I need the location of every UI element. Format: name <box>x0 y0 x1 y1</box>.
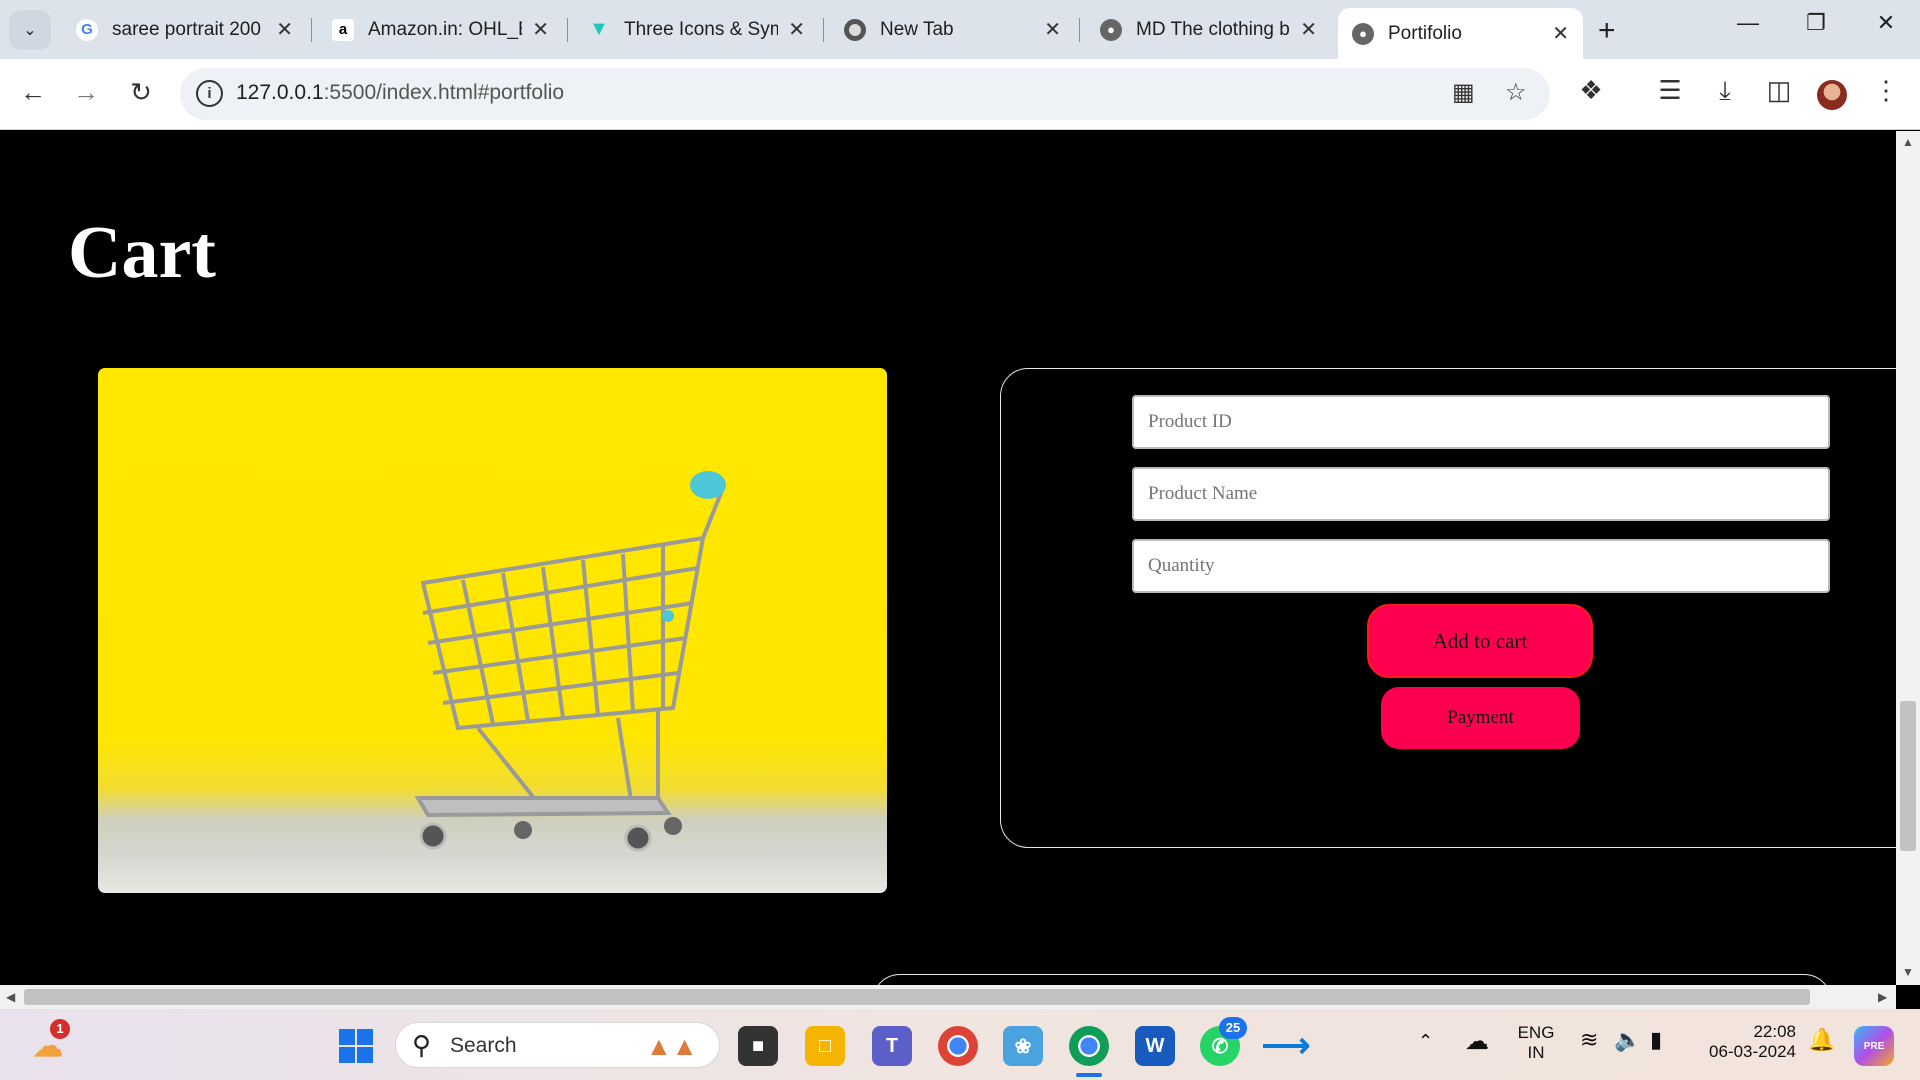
shopping-cart-image <box>98 368 887 893</box>
file-explorer-icon[interactable]: □ <box>805 1026 845 1066</box>
back-button[interactable]: ← <box>15 77 51 108</box>
weather-badge: 1 <box>50 1019 70 1039</box>
tab-title: saree portrait 200 <box>112 18 261 40</box>
product-name-input[interactable] <box>1132 467 1830 521</box>
site-info-icon[interactable]: i <box>196 80 223 107</box>
word-icon[interactable]: W <box>1135 1026 1175 1066</box>
search-icon: ⚲ <box>412 1030 432 1060</box>
download-icon[interactable]: ⤓ <box>1707 75 1743 107</box>
tab-title: Three Icons & Sym <box>624 18 779 40</box>
vertical-scroll-thumb[interactable] <box>1900 701 1916 851</box>
teams-icon[interactable]: T <box>872 1026 912 1066</box>
scroll-left-icon[interactable]: ◀ <box>6 990 15 1004</box>
clock-date: 06-03-2024 <box>1709 1042 1796 1061</box>
chrome-taskbar-icon[interactable] <box>938 1026 978 1066</box>
horizontal-scroll-thumb[interactable] <box>24 989 1810 1005</box>
tab-separator <box>567 18 568 42</box>
address-bar[interactable]: i 127.0.0.1:5500/index.html#portfolio ▦ … <box>180 68 1550 120</box>
taskbar-search-box[interactable]: ⚲ Search ▲▲ <box>395 1022 720 1068</box>
restore-button[interactable]: ❐ <box>1796 10 1836 36</box>
amazon-icon: a <box>332 18 354 41</box>
tab-strip: ⌄ G saree portrait 200 ✕ a Amazon.in: OH… <box>0 0 1920 59</box>
payment-button[interactable]: Payment <box>1381 687 1580 749</box>
wifi-icon[interactable]: ≋ <box>1580 1027 1598 1053</box>
globe-icon: ● <box>1100 18 1122 41</box>
next-section-panel <box>872 974 1832 985</box>
scroll-down-icon[interactable]: ▼ <box>1902 965 1914 979</box>
page-content: Cart Product ID Product Name Quantity Ad… <box>0 131 1896 985</box>
tab-separator <box>823 18 824 42</box>
language-code: ENG <box>1517 1023 1555 1042</box>
language-indicator[interactable]: ENG IN <box>1512 1023 1560 1063</box>
shopping-cart-icon <box>414 471 726 852</box>
chevron-down-icon: ⌄ <box>23 22 37 39</box>
profile-avatar[interactable] <box>1817 80 1847 110</box>
search-label: Search <box>450 1034 517 1057</box>
show-hidden-icons-chevron-icon[interactable]: ⌃ <box>1418 1031 1433 1052</box>
minimize-button[interactable]: — <box>1728 10 1768 36</box>
product-id-input[interactable] <box>1132 395 1830 449</box>
add-to-cart-button[interactable]: Add to cart <box>1367 604 1593 678</box>
cart-heading: Cart <box>68 212 216 294</box>
windows-taskbar: ☁ 1 ⚲ Search ▲▲ ■ □ T ❀ W ✆ 25 ⟶ ⌃ ☁ ENG… <box>0 1009 1920 1080</box>
tab-three-icons[interactable]: ▼ Three Icons & Sym ✕ <box>574 8 819 51</box>
close-tab-icon[interactable]: ✕ <box>788 17 805 42</box>
tab-saree-portrait[interactable]: G saree portrait 200 ✕ <box>62 8 307 51</box>
media-control-icon[interactable]: ☰ <box>1652 75 1688 106</box>
forward-button[interactable]: → <box>68 77 104 108</box>
scroll-up-icon[interactable]: ▲ <box>1902 135 1914 149</box>
quantity-input[interactable] <box>1132 539 1830 593</box>
tab-title: New Tab <box>880 18 954 40</box>
close-tab-icon[interactable]: ✕ <box>1552 21 1569 46</box>
tab-separator <box>1079 18 1080 42</box>
volume-icon[interactable]: 🔈 <box>1614 1027 1641 1053</box>
battery-icon[interactable]: ▮ <box>1650 1027 1662 1053</box>
start-button[interactable] <box>336 1026 376 1066</box>
chrome-profile-taskbar-icon[interactable] <box>1069 1026 1109 1066</box>
tab-search-button[interactable]: ⌄ <box>9 10 51 50</box>
globe-icon: ● <box>1352 22 1374 45</box>
active-app-indicator <box>1076 1073 1102 1077</box>
close-tab-icon[interactable]: ✕ <box>1300 17 1317 42</box>
vuetify-icon: ▼ <box>589 18 609 40</box>
notification-bell-icon[interactable]: 🔔 <box>1808 1027 1835 1053</box>
horizontal-scrollbar[interactable]: ◀ ▶ <box>0 985 1896 1009</box>
reload-button[interactable]: ↻ <box>123 77 159 108</box>
copilot-icon[interactable]: PRE <box>1854 1026 1894 1066</box>
whatsapp-badge: 25 <box>1219 1017 1247 1039</box>
windows-logo-icon <box>339 1029 373 1063</box>
translate-icon[interactable]: ▦ <box>1452 78 1475 107</box>
close-window-button[interactable]: ✕ <box>1866 10 1906 36</box>
close-tab-icon[interactable]: ✕ <box>276 17 293 42</box>
new-tab-button[interactable]: + <box>1598 14 1616 48</box>
google-icon: G <box>76 18 98 41</box>
onedrive-cloud-icon[interactable]: ☁ <box>1465 1027 1489 1056</box>
menu-kebab-icon[interactable]: ⋮ <box>1868 75 1904 106</box>
tab-title: MD The clothing b <box>1136 18 1290 40</box>
language-region: IN <box>1527 1043 1545 1062</box>
paint-icon[interactable]: ❀ <box>1003 1026 1043 1066</box>
tab-title: Portifolio <box>1388 22 1462 44</box>
clock[interactable]: 22:08 06-03-2024 <box>1696 1022 1796 1062</box>
tab-separator <box>311 18 312 42</box>
side-panel-icon[interactable]: ◫ <box>1761 75 1797 106</box>
chrome-icon <box>844 18 866 41</box>
tab-new-tab[interactable]: New Tab ✕ <box>830 8 1075 51</box>
scroll-right-icon[interactable]: ▶ <box>1878 990 1887 1004</box>
close-tab-icon[interactable]: ✕ <box>1044 17 1061 42</box>
close-tab-icon[interactable]: ✕ <box>532 17 549 42</box>
extensions-icon[interactable]: ❖ <box>1573 75 1609 106</box>
task-view-icon[interactable]: ■ <box>738 1026 778 1066</box>
bookmark-star-icon[interactable]: ☆ <box>1505 78 1527 107</box>
tab-portfolio[interactable]: ● Portifolio ✕ <box>1338 8 1583 59</box>
tab-title: Amazon.in: OHL_B <box>368 18 523 40</box>
tab-clothing[interactable]: ● MD The clothing b ✕ <box>1086 8 1331 51</box>
tab-amazon[interactable]: a Amazon.in: OHL_B ✕ <box>318 8 563 51</box>
browser-toolbar: ← → ↻ i 127.0.0.1:5500/index.html#portfo… <box>0 59 1920 130</box>
vertical-scrollbar[interactable]: ▲ ▼ <box>1896 131 1920 985</box>
clock-time: 22:08 <box>1753 1022 1796 1041</box>
url-text[interactable]: 127.0.0.1:5500/index.html#portfolio <box>236 81 564 105</box>
holi-highlight-icon: ▲▲ <box>646 1031 698 1061</box>
vscode-icon[interactable]: ⟶ <box>1262 1026 1311 1066</box>
